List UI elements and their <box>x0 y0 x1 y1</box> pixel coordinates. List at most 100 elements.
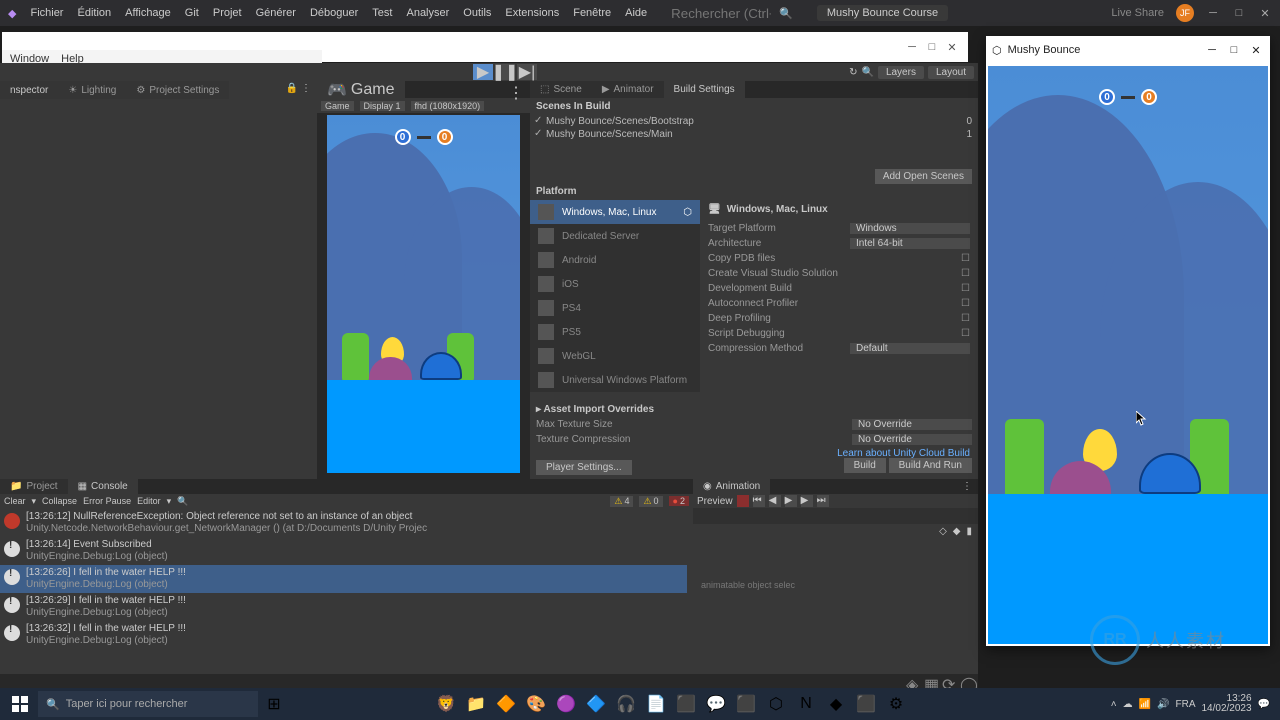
game-mode-dropdown[interactable]: Game <box>321 101 354 111</box>
search-icon[interactable]: 🔍 <box>177 496 188 507</box>
menu-item[interactable]: Git <box>185 7 199 19</box>
build-button[interactable]: Build <box>844 458 886 473</box>
menu-item[interactable]: Fichier <box>30 7 63 19</box>
close-icon[interactable]: ✕ <box>1248 44 1264 57</box>
tab-project-settings[interactable]: ⚙Project Settings <box>126 81 229 99</box>
search-input[interactable] <box>671 6 771 21</box>
tab-menu-icon[interactable]: ⋮ <box>502 81 530 98</box>
record-button[interactable] <box>737 495 749 507</box>
warning-count[interactable]: ⚠4 <box>610 496 633 507</box>
taskbar-app-icon[interactable]: ⚙ <box>882 690 910 718</box>
taskbar-app-icon[interactable]: ⬛ <box>852 690 880 718</box>
last-frame-button[interactable]: ⏭ <box>817 495 829 507</box>
status-icon[interactable]: ⟳ <box>942 675 954 687</box>
add-keyframe-icon[interactable]: ◇ <box>939 526 947 538</box>
undo-history-icon[interactable]: ↻ <box>849 67 857 78</box>
platform-item[interactable]: PS4 <box>530 296 700 320</box>
lock-icon[interactable]: 🔒 ⋮ <box>280 81 317 99</box>
minimize-icon[interactable]: ─ <box>1204 44 1220 56</box>
maximize-icon[interactable]: □ <box>922 41 942 53</box>
platform-item[interactable]: iOS <box>530 272 700 296</box>
tray-icon[interactable]: ☁ <box>1123 699 1133 710</box>
play-button[interactable]: ▶ <box>785 495 797 507</box>
error-pause-toggle[interactable]: Error Pause <box>83 496 131 506</box>
play-button[interactable]: ▶ <box>473 64 493 80</box>
platform-item[interactable]: PS5 <box>530 320 700 344</box>
tab-build-settings[interactable]: Build Settings <box>664 81 745 98</box>
editor-dropdown[interactable]: Editor <box>137 496 161 506</box>
taskbar-app-icon[interactable]: ⬛ <box>732 690 760 718</box>
menu-item[interactable]: Affichage <box>125 7 171 19</box>
step-button[interactable]: ▶| <box>517 64 537 80</box>
menu-item[interactable]: Test <box>372 7 392 19</box>
tab-menu-icon[interactable]: ⋮ <box>956 479 978 494</box>
scene-item[interactable]: Mushy Bounce/Scenes/Main1 <box>530 128 978 141</box>
taskbar-app-icon[interactable]: ⬛ <box>672 690 700 718</box>
resolution-dropdown[interactable]: fhd (1080x1920) <box>411 101 485 111</box>
start-button[interactable] <box>4 690 36 718</box>
first-frame-button[interactable]: ⏮ <box>753 495 765 507</box>
next-frame-button[interactable]: ▶ <box>801 495 813 507</box>
platform-item[interactable]: Android <box>530 248 700 272</box>
checkbox[interactable]: ☐ <box>961 328 970 339</box>
taskbar-app-icon[interactable]: 🦁 <box>432 690 460 718</box>
tab-lighting[interactable]: ☀Lighting <box>58 81 126 99</box>
taskbar-app-icon[interactable]: 🔶 <box>492 690 520 718</box>
build-and-run-button[interactable]: Build And Run <box>889 458 972 473</box>
checkbox[interactable]: ☐ <box>961 268 970 279</box>
tray-icon[interactable]: 📶 <box>1139 699 1151 710</box>
taskbar-app-icon[interactable]: 🟣 <box>552 690 580 718</box>
tab-animation[interactable]: ◉Animation <box>693 479 770 494</box>
prev-frame-button[interactable]: ◀ <box>769 495 781 507</box>
taskbar-app-icon[interactable]: ⬡ <box>762 690 790 718</box>
compression-dropdown[interactable]: Default <box>850 343 970 354</box>
max-texture-dropdown[interactable]: No Override <box>852 419 972 430</box>
taskbar-app-icon[interactable]: ◆ <box>822 690 850 718</box>
menu-item[interactable]: Édition <box>77 7 111 19</box>
log-item[interactable]: [13:26:29] I fell in the water HELP !!!U… <box>0 593 687 621</box>
info-count[interactable]: ⚠0 <box>639 496 662 507</box>
collapse-toggle[interactable]: Collapse <box>42 496 77 506</box>
menu-item[interactable]: Analyser <box>406 7 449 19</box>
menu-item[interactable]: Extensions <box>505 7 559 19</box>
platform-item[interactable]: Windows, Mac, Linux⬡ <box>530 200 700 224</box>
taskbar-app-icon[interactable]: 📄 <box>642 690 670 718</box>
platform-item[interactable]: Universal Windows Platform <box>530 368 700 392</box>
taskbar-app-icon[interactable]: 🎧 <box>612 690 640 718</box>
liveshare-label[interactable]: Live Share <box>1111 7 1164 19</box>
taskbar-app-icon[interactable]: 💬 <box>702 690 730 718</box>
add-event-icon[interactable]: ◆ <box>953 526 961 538</box>
maximize-icon[interactable]: □ <box>1232 6 1246 20</box>
tab-game[interactable]: 🎮Game <box>317 81 405 98</box>
search-icon[interactable]: 🔍 <box>861 67 873 78</box>
layers-dropdown[interactable]: Layers <box>878 66 924 79</box>
tab-animator[interactable]: ▶Animator <box>592 81 664 98</box>
taskbar-app-icon[interactable]: 🎨 <box>522 690 550 718</box>
platform-item[interactable]: Dedicated Server <box>530 224 700 248</box>
taskbar-app-icon[interactable]: N <box>792 690 820 718</box>
menu-item[interactable]: Outils <box>463 7 491 19</box>
display-dropdown[interactable]: Display 1 <box>360 101 405 111</box>
log-item[interactable]: [13:26:14] Event SubscribedUnityEngine.D… <box>0 537 687 565</box>
window-titlebar[interactable]: ⬡ Mushy Bounce ─ □ ✕ <box>986 36 1270 64</box>
checkbox[interactable]: ☐ <box>961 313 970 324</box>
log-item[interactable]: [13:26:26] I fell in the water HELP !!!U… <box>0 565 687 593</box>
status-icon[interactable]: ◈ <box>906 675 918 687</box>
notifications-icon[interactable]: 💬 <box>1258 699 1270 710</box>
tab-scene[interactable]: ⬚Scene <box>530 81 592 98</box>
tab-inspector[interactable]: nspector <box>0 81 58 99</box>
tab-project[interactable]: 📁Project <box>0 479 68 494</box>
menu-item[interactable]: Fenêtre <box>573 7 611 19</box>
solution-name[interactable]: Mushy Bounce Course <box>817 5 948 21</box>
preview-toggle[interactable]: Preview <box>697 496 733 507</box>
minimize-icon[interactable]: ─ <box>902 41 922 53</box>
taskbar-search[interactable]: 🔍Taper ici pour rechercher <box>38 691 258 717</box>
tab-console[interactable]: ▦Console <box>68 479 138 494</box>
error-count[interactable]: ●2 <box>669 496 689 506</box>
log-item[interactable]: [13:26:12] NullReferenceException: Objec… <box>0 509 687 537</box>
task-view-icon[interactable]: ⊞ <box>260 690 288 718</box>
add-open-scenes-button[interactable]: Add Open Scenes <box>875 169 972 184</box>
platform-item[interactable]: WebGL <box>530 344 700 368</box>
taskbar-clock[interactable]: 13:26 14/02/2023 <box>1201 694 1251 714</box>
taskbar-app-icon[interactable]: 📁 <box>462 690 490 718</box>
